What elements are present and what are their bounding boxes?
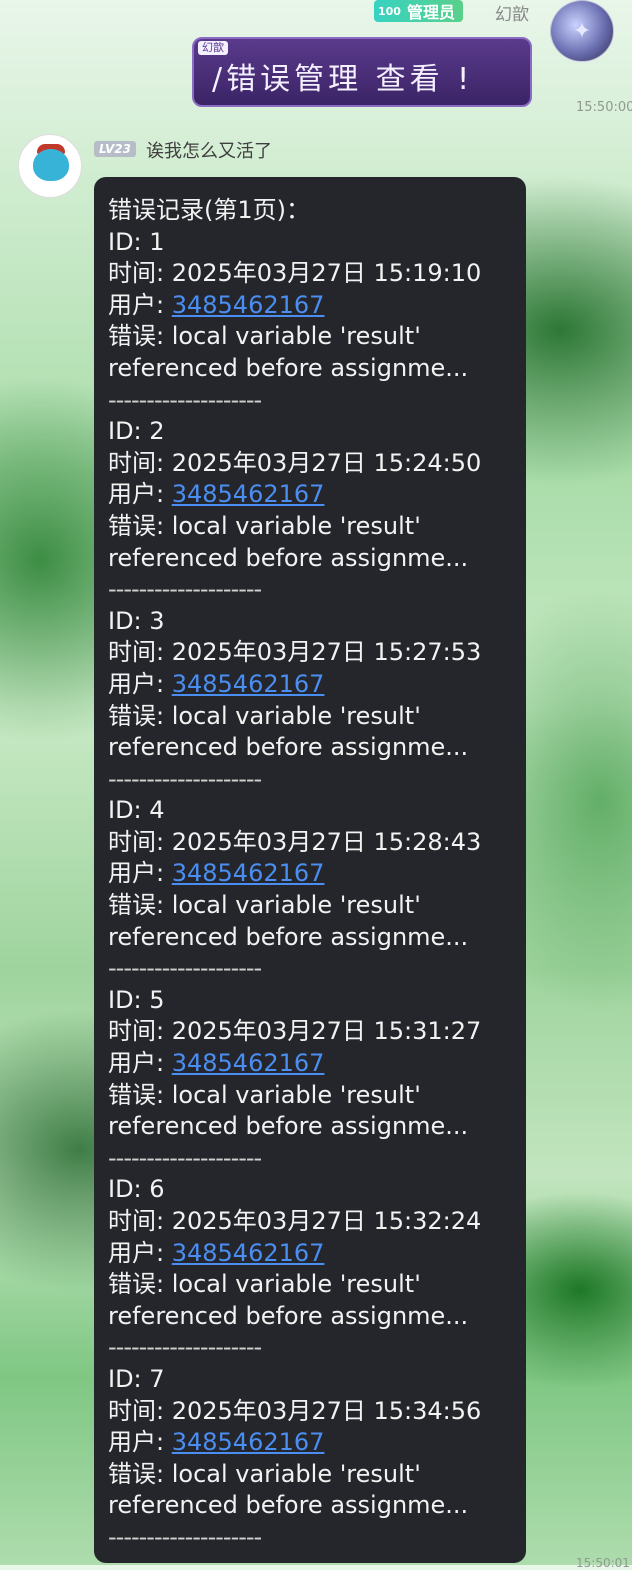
entry-separator: -------------------- xyxy=(108,1333,262,1362)
entry-user-link[interactable]: 3485462167 xyxy=(172,1428,325,1456)
entry-id: ID: 6 xyxy=(108,1175,165,1204)
entry-error: 错误: local variable 'result' xyxy=(108,1459,421,1488)
entry-user-label: 用户: xyxy=(108,1049,172,1078)
entry-id: ID: 7 xyxy=(108,1364,165,1393)
sender-name[interactable]: 幻歆 xyxy=(495,0,529,25)
entry-user-line: 用户: 3485462167 xyxy=(108,479,512,511)
admin-badge: 100 管理员 xyxy=(374,0,463,22)
entry-time: 时间: 2025年03月27日 15:32:24 xyxy=(108,1207,482,1235)
error-entry: ID: 1 时间: 2025年03月27日 15:19:10 用户: 3485462… xyxy=(108,227,512,417)
entry-separator: -------------------- xyxy=(108,575,262,604)
entry-time: 时间: 2025年03月27日 15:28:43 xyxy=(108,827,482,856)
entry-error: 错误: local variable 'result' xyxy=(108,1270,421,1299)
sender-avatar[interactable]: ✦ xyxy=(550,0,614,62)
sent-message: 100 管理员 幻歆 ✦ 幻歆 /错误管理 查看 ! 15:50:00 xyxy=(0,0,632,120)
entry-separator: -------------------- xyxy=(108,764,262,793)
command-bubble[interactable]: 幻歆 /错误管理 查看 ! xyxy=(192,37,532,107)
admin-level: 100 xyxy=(378,4,401,18)
entry-user-line: 用户: 3485462167 xyxy=(108,1048,512,1080)
entry-error: 错误: local variable 'result' xyxy=(108,511,421,540)
command-tag: 幻歆 xyxy=(198,41,228,55)
entry-error-cont: referenced before assignme... xyxy=(108,1301,469,1330)
entry-user-link[interactable]: 3485462167 xyxy=(172,480,325,508)
entry-id: ID: 5 xyxy=(108,985,165,1014)
error-list: ID: 1 时间: 2025年03月27日 15:19:10 用户: 3485462… xyxy=(108,227,512,1554)
entry-id: ID: 4 xyxy=(108,796,165,825)
entry-separator: -------------------- xyxy=(108,1143,262,1172)
level-badge: LV23 xyxy=(94,141,136,157)
entry-error: 错误: local variable 'result' xyxy=(108,891,421,920)
reply-title: 错误记录(第1页)： xyxy=(108,196,310,224)
entry-user-link[interactable]: 3485462167 xyxy=(172,1049,325,1077)
entry-error-cont: referenced before assignme... xyxy=(108,1491,469,1520)
entry-user-label: 用户: xyxy=(108,859,172,888)
entry-id: ID: 2 xyxy=(108,417,165,446)
message-time: 15:50:00 xyxy=(576,100,632,115)
entry-time: 时间: 2025年03月27日 15:27:53 xyxy=(108,638,482,667)
error-entry: ID: 4 时间: 2025年03月27日 15:28:43 用户: 3485462… xyxy=(108,795,512,985)
error-entry: ID: 7 时间: 2025年03月27日 15:34:56 用户: 3485462… xyxy=(108,1364,512,1554)
entry-user-line: 用户: 3485462167 xyxy=(108,290,512,322)
entry-user-label: 用户: xyxy=(108,1428,172,1457)
entry-user-line: 用户: 3485462167 xyxy=(108,858,512,890)
entry-user-link[interactable]: 3485462167 xyxy=(172,291,325,319)
entry-separator: -------------------- xyxy=(108,954,262,983)
entry-error-cont: referenced before assignme... xyxy=(108,353,469,382)
entry-time: 时间: 2025年03月27日 15:34:56 xyxy=(108,1396,482,1425)
reply-time: 15:50:01 xyxy=(576,1556,630,1570)
error-entry: ID: 6 时间: 2025年03月27日 15:32:24 用户: 3485462… xyxy=(108,1174,512,1364)
error-entry: ID: 3 时间: 2025年03月27日 15:27:53 用户: 3485462… xyxy=(108,606,512,796)
entry-user-label: 用户: xyxy=(108,1238,172,1267)
entry-separator: -------------------- xyxy=(108,1522,262,1551)
avatar-creature-icon xyxy=(33,149,69,181)
entry-error-cont: referenced before assignme... xyxy=(108,922,469,951)
entry-error: 错误: local variable 'result' xyxy=(108,701,421,730)
entry-user-line: 用户: 3485462167 xyxy=(108,669,512,701)
entry-user-link[interactable]: 3485462167 xyxy=(172,859,325,887)
entry-user-line: 用户: 3485462167 xyxy=(108,1238,512,1270)
entry-time: 时间: 2025年03月27日 15:31:27 xyxy=(108,1017,482,1046)
entry-user-label: 用户: xyxy=(108,669,172,698)
entry-time: 时间: 2025年03月27日 15:24:50 xyxy=(108,448,482,477)
bot-name[interactable]: 诶我怎么又活了 xyxy=(146,137,272,163)
entry-error: 错误: local variable 'result' xyxy=(108,1080,421,1109)
entry-user-line: 用户: 3485462167 xyxy=(108,1427,512,1459)
bot-avatar[interactable] xyxy=(18,134,82,198)
entry-user-label: 用户: xyxy=(108,290,172,319)
reply-bubble[interactable]: 错误记录(第1页)： ID: 1 时间: 2025年03月27日 15:19:10… xyxy=(94,177,526,1563)
entry-error: 错误: local variable 'result' xyxy=(108,322,421,351)
admin-badge-label: 管理员 xyxy=(406,3,455,22)
entry-error-cont: referenced before assignme... xyxy=(108,1112,469,1141)
error-entry: ID: 2 时间: 2025年03月27日 15:24:50 用户: 3485462… xyxy=(108,416,512,606)
entry-error-cont: referenced before assignme... xyxy=(108,733,469,762)
entry-user-link[interactable]: 3485462167 xyxy=(172,670,325,698)
command-text: /错误管理 查看 ! xyxy=(212,62,474,97)
error-entry: ID: 5 时间: 2025年03月27日 15:31:27 用户: 3485462… xyxy=(108,985,512,1175)
entry-separator: -------------------- xyxy=(108,385,262,414)
entry-error-cont: referenced before assignme... xyxy=(108,543,469,572)
entry-time: 时间: 2025年03月27日 15:19:10 xyxy=(108,259,482,288)
entry-id: ID: 3 xyxy=(108,606,165,635)
entry-id: ID: 1 xyxy=(108,227,165,256)
entry-user-label: 用户: xyxy=(108,480,172,509)
entry-user-link[interactable]: 3485462167 xyxy=(172,1239,325,1267)
